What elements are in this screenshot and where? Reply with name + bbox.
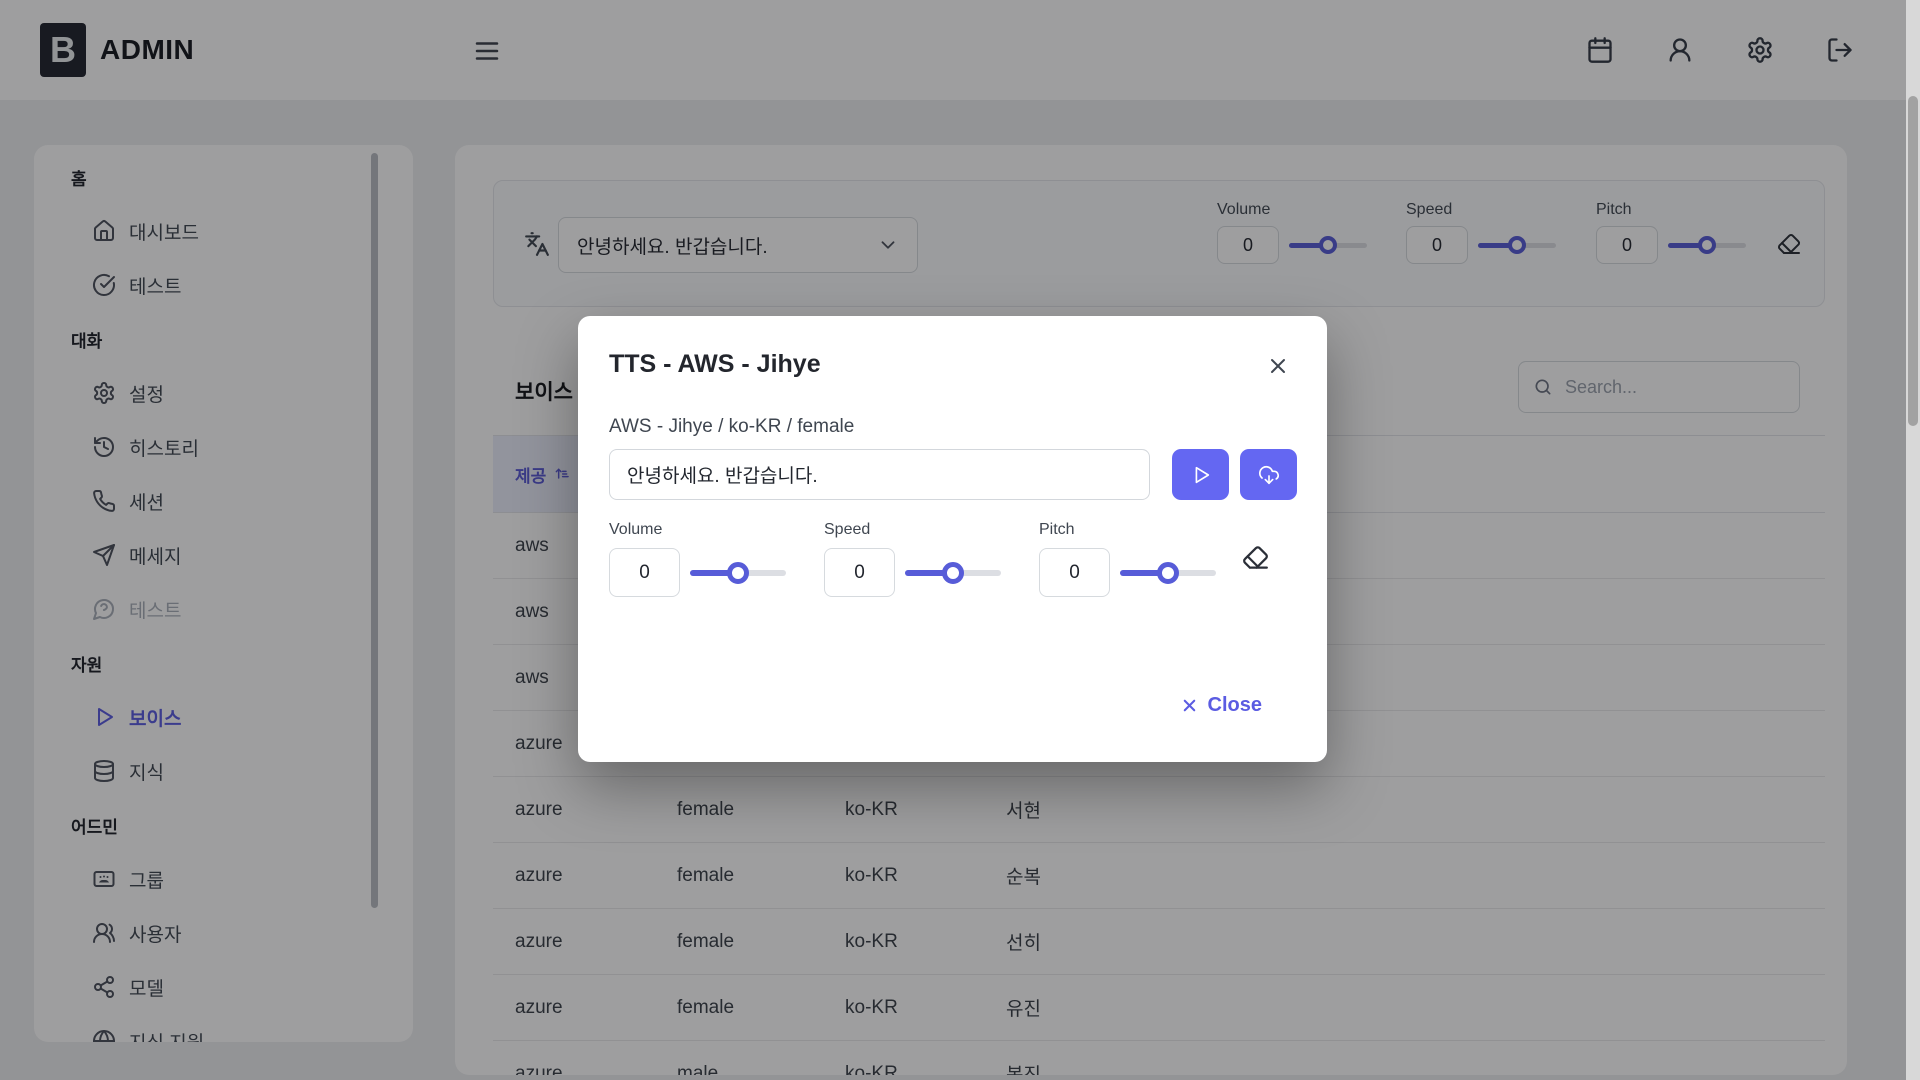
modal-speed-slider[interactable] xyxy=(905,564,1001,582)
volume-label: Volume xyxy=(609,521,824,540)
download-button[interactable] xyxy=(1240,449,1297,500)
speed-label: Speed xyxy=(824,521,1039,540)
modal-pitch-input[interactable] xyxy=(1039,548,1110,597)
page-scrollbar-thumb[interactable] xyxy=(1908,96,1918,426)
modal-subtitle: AWS - Jihye / ko-KR / female xyxy=(609,416,854,438)
page-scrollbar[interactable] xyxy=(1906,0,1920,1080)
modal-close-button[interactable]: Close xyxy=(1180,694,1262,717)
modal-pitch-slider-thumb[interactable] xyxy=(1157,562,1179,584)
cloud-download-icon xyxy=(1258,464,1280,486)
modal-volume-control: Volume xyxy=(609,521,824,597)
page: B ADMIN 홈대시보드테스트대화설정히스토리세션메세지테스트자원보이스지식어… xyxy=(0,0,1920,1080)
close-icon[interactable] xyxy=(1266,354,1290,378)
close-x-icon xyxy=(1180,696,1199,715)
pitch-label: Pitch xyxy=(1039,521,1254,540)
modal-pitch-control: Pitch xyxy=(1039,521,1254,597)
modal-reset-eraser-icon[interactable] xyxy=(1242,544,1269,571)
modal-speed-control: Speed xyxy=(824,521,1039,597)
modal-volume-slider[interactable] xyxy=(690,564,786,582)
modal-volume-input[interactable] xyxy=(609,548,680,597)
tts-text-input[interactable] xyxy=(609,449,1150,500)
tts-modal: TTS - AWS - Jihye AWS - Jihye / ko-KR / … xyxy=(578,316,1327,762)
modal-pitch-slider[interactable] xyxy=(1120,564,1216,582)
modal-title: TTS - AWS - Jihye xyxy=(609,350,821,379)
modal-speed-slider-thumb[interactable] xyxy=(942,562,964,584)
modal-volume-slider-thumb[interactable] xyxy=(727,562,749,584)
play-icon xyxy=(1190,464,1212,486)
modal-close-label: Close xyxy=(1208,694,1262,717)
modal-speed-input[interactable] xyxy=(824,548,895,597)
play-button[interactable] xyxy=(1172,449,1229,500)
